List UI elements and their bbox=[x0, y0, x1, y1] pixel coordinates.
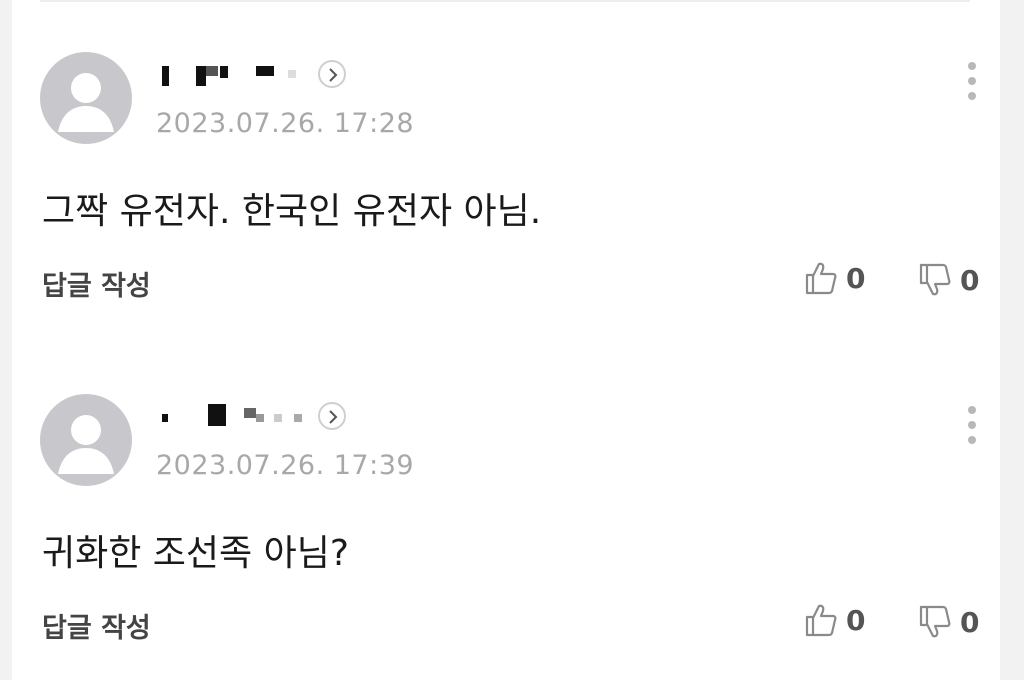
chevron-right-icon bbox=[329, 68, 338, 82]
profile-link-button[interactable] bbox=[318, 60, 346, 88]
avatar-silhouette-icon bbox=[58, 415, 114, 474]
comment-text: 그짝 유전자. 한국인 유전자 아님. bbox=[42, 191, 542, 232]
comment-list: 2023.07.26. 17:28 그짝 유전자. 한국인 유전자 아님. 답글… bbox=[12, 0, 1000, 680]
nickname-redacted[interactable] bbox=[158, 58, 308, 86]
nickname-redacted[interactable] bbox=[158, 400, 308, 428]
comment-text: 귀화한 조선족 아님? bbox=[42, 533, 349, 574]
comment-item: 2023.07.26. 17:28 그짝 유전자. 한국인 유전자 아님. 답글… bbox=[12, 0, 1000, 303]
user-avatar[interactable] bbox=[40, 52, 132, 144]
reply-button[interactable]: 답글 작성 bbox=[42, 264, 151, 303]
like-count: 0 bbox=[846, 261, 866, 295]
comment-date: 2023.07.26. 17:28 bbox=[156, 108, 415, 139]
like-count: 0 bbox=[846, 603, 866, 637]
dislike-count: 0 bbox=[960, 605, 980, 639]
comment-item: 2023.07.26. 17:39 귀화한 조선족 아님? 답글 작성 0 0 bbox=[12, 342, 1000, 645]
chevron-right-icon bbox=[329, 410, 338, 424]
comment-date: 2023.07.26. 17:39 bbox=[156, 450, 415, 481]
profile-link-button[interactable] bbox=[318, 402, 346, 430]
avatar-silhouette-icon bbox=[58, 73, 114, 132]
reply-button[interactable]: 답글 작성 bbox=[42, 606, 151, 645]
thumbs-down-icon bbox=[919, 263, 951, 296]
dislike-button[interactable]: 0 bbox=[918, 602, 979, 642]
user-avatar[interactable] bbox=[40, 394, 132, 486]
like-button[interactable]: 0 bbox=[804, 600, 865, 640]
more-menu-icon[interactable] bbox=[962, 404, 982, 448]
more-menu-icon[interactable] bbox=[962, 60, 982, 104]
thumbs-up-icon bbox=[805, 262, 837, 295]
thumbs-up-icon bbox=[805, 604, 837, 637]
dislike-count: 0 bbox=[960, 263, 980, 297]
thumbs-down-icon bbox=[919, 605, 951, 638]
like-button[interactable]: 0 bbox=[804, 258, 865, 298]
dislike-button[interactable]: 0 bbox=[918, 260, 979, 300]
